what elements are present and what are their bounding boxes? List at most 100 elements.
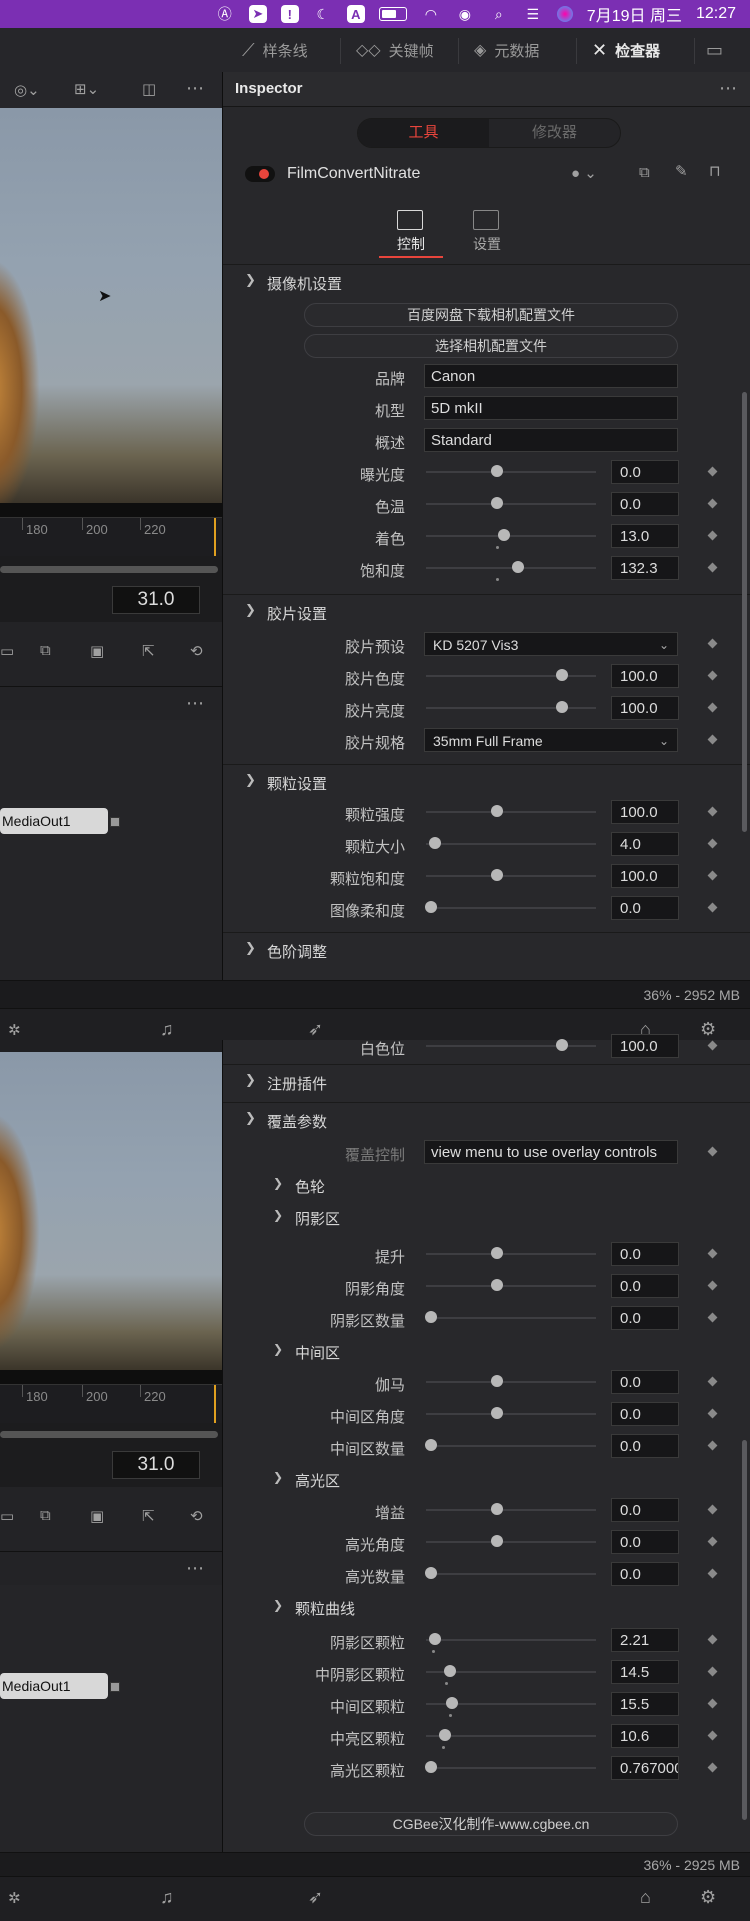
section-overlay-params[interactable]: ❯ 覆盖参数 <box>223 1102 750 1137</box>
a-box-icon[interactable]: A <box>346 5 365 23</box>
more-icon[interactable]: ⋯ <box>186 78 204 99</box>
temperature-value[interactable]: 0.0 <box>611 492 679 516</box>
node-input-port[interactable] <box>110 817 120 827</box>
keyframe-diamond-icon[interactable] <box>707 1408 718 1419</box>
grain-saturation-value[interactable]: 100.0 <box>611 864 679 888</box>
image-softness-slider[interactable] <box>425 901 596 913</box>
frame-icon[interactable]: ▭ <box>0 1507 14 1525</box>
temperature-slider[interactable] <box>426 497 596 509</box>
film-preset-dropdown[interactable]: KD 5207 Vis3 ⌄ <box>424 632 678 656</box>
deliver-icon[interactable]: ➶ <box>308 1887 323 1908</box>
midhigh-grain-value[interactable]: 10.6 <box>611 1724 679 1748</box>
expand-icon[interactable]: ⇱ <box>142 1507 155 1525</box>
keyframe-diamond-icon[interactable] <box>707 1248 718 1259</box>
more-icon[interactable]: ⋯ <box>719 78 737 99</box>
exclamation-box-icon[interactable]: ! <box>280 5 299 23</box>
group-grain-curve[interactable]: ❯ 颗粒曲线 <box>273 1592 573 1622</box>
gain-slider[interactable] <box>426 1503 596 1515</box>
node-input-port[interactable] <box>110 1682 120 1692</box>
mid-amount-value[interactable]: 0.0 <box>611 1434 679 1458</box>
keyframe-diamond-icon[interactable] <box>707 1280 718 1291</box>
monitor-button[interactable]: ▭ <box>706 28 723 72</box>
timeline-scrollbar[interactable] <box>0 1431 218 1438</box>
keyframe-diamond-icon[interactable] <box>707 1146 718 1157</box>
keyframe-diamond-icon[interactable] <box>707 1376 718 1387</box>
keyframe-diamond-icon[interactable] <box>707 1040 718 1051</box>
tint-slider[interactable] <box>426 529 596 549</box>
keyframe-diamond-icon[interactable] <box>707 1504 718 1515</box>
keyframe-diamond-icon[interactable] <box>707 562 718 573</box>
group-color-wheel[interactable]: ❯ 色轮 <box>273 1170 573 1200</box>
highlight-grain-slider[interactable] <box>425 1761 596 1773</box>
group-highlights[interactable]: ❯ 高光区 <box>273 1464 573 1494</box>
loop-icon[interactable]: ⟲ <box>190 642 203 660</box>
node-editor[interactable]: MediaOut1 <box>0 720 222 980</box>
gamma-value[interactable]: 0.0 <box>611 1370 679 1394</box>
keyframe-diamond-icon[interactable] <box>707 734 718 745</box>
versions-icon[interactable]: ⧉ <box>639 164 650 181</box>
keyframe-diamond-icon[interactable] <box>707 1634 718 1645</box>
section-film-settings[interactable]: ❯ 胶片设置 <box>223 594 750 629</box>
keyframe-diamond-icon[interactable] <box>707 670 718 681</box>
inspector-button[interactable]: ✕ 检查器 <box>592 28 660 72</box>
shadow-grain-slider[interactable] <box>426 1633 596 1653</box>
grain-strength-value[interactable]: 100.0 <box>611 800 679 824</box>
timeline-scrollbar[interactable] <box>0 566 218 573</box>
keyframe-diamond-icon[interactable] <box>707 1698 718 1709</box>
mid-angle-value[interactable]: 0.0 <box>611 1402 679 1426</box>
highlight-grain-value[interactable]: 0.767000 <box>611 1756 679 1780</box>
group-shadows[interactable]: ❯ 阴影区 <box>273 1202 573 1232</box>
keyframe-diamond-icon[interactable] <box>707 530 718 541</box>
highlight-amount-value[interactable]: 0.0 <box>611 1562 679 1586</box>
midshadow-grain-slider[interactable] <box>426 1665 596 1685</box>
keyframe-diamond-icon[interactable] <box>707 1666 718 1677</box>
image-softness-value[interactable]: 0.0 <box>611 896 679 920</box>
mediaout-node[interactable]: MediaOut1 <box>0 808 108 834</box>
midshadow-grain-value[interactable]: 14.5 <box>611 1660 679 1684</box>
select-profile-button[interactable]: 选择相机配置文件 <box>304 334 678 358</box>
keyframe-diamond-icon[interactable] <box>707 638 718 649</box>
metadata-button[interactable]: ◈ 元数据 <box>474 28 539 72</box>
more-icon[interactable]: ⋯ <box>186 693 204 714</box>
profile-field[interactable]: Standard <box>424 428 678 452</box>
mid-grain-value[interactable]: 15.5 <box>611 1692 679 1716</box>
highlight-angle-slider[interactable] <box>426 1535 596 1547</box>
shadow-amount-slider[interactable] <box>425 1311 596 1323</box>
timeline-ruler-2[interactable]: 180 200 220 <box>0 1384 222 1423</box>
lock-icon[interactable]: ⊓ <box>709 162 721 180</box>
viewer-image[interactable]: ➤ <box>0 108 222 518</box>
fusion-icon[interactable]: ✲ <box>8 1889 21 1907</box>
keyframe-diamond-icon[interactable] <box>707 1440 718 1451</box>
exposure-slider[interactable] <box>426 465 596 477</box>
menubar-date[interactable]: 7月19日 周三 <box>587 2 682 26</box>
shadow-amount-value[interactable]: 0.0 <box>611 1306 679 1330</box>
section-register-plugin[interactable]: ❯ 注册插件 <box>223 1064 750 1099</box>
model-field[interactable]: 5D mkII <box>424 396 678 420</box>
layers-icon[interactable]: ⧉ <box>40 1507 51 1524</box>
viewer-image-2[interactable] <box>0 1052 222 1370</box>
highlight-angle-value[interactable]: 0.0 <box>611 1530 679 1554</box>
keyframe-diamond-icon[interactable] <box>707 870 718 881</box>
camera-icon[interactable]: ▣ <box>90 642 104 660</box>
group-midtones[interactable]: ❯ 中间区 <box>273 1336 573 1366</box>
download-profile-button[interactable]: 百度网盘下载相机配置文件 <box>304 303 678 327</box>
credit-button[interactable]: CGBee汉化制作-www.cgbee.cn <box>304 1812 678 1836</box>
camera-icon[interactable]: ▣ <box>90 1507 104 1525</box>
expand-icon[interactable]: ⇱ <box>142 642 155 660</box>
keyframe-diamond-icon[interactable] <box>707 498 718 509</box>
color-dot-icon[interactable]: ● ⌄ <box>571 164 597 182</box>
battery-icon[interactable] <box>378 7 407 21</box>
split-view-icon[interactable]: ◫ <box>142 80 156 98</box>
arrow-box-icon[interactable]: ➤ <box>248 5 267 23</box>
layers-icon[interactable]: ⧉ <box>40 642 51 659</box>
saturation-value[interactable]: 132.3 <box>611 556 679 580</box>
gamma-slider[interactable] <box>426 1375 596 1387</box>
film-color-value[interactable]: 100.0 <box>611 664 679 688</box>
tab-modifiers[interactable]: 修改器 <box>489 119 620 147</box>
fairlight-icon[interactable]: ♫ <box>160 1887 174 1908</box>
timecode-field[interactable]: 31.0 <box>112 1451 200 1479</box>
tint-value[interactable]: 13.0 <box>611 524 679 548</box>
keyframe-diamond-icon[interactable] <box>707 466 718 477</box>
film-format-dropdown[interactable]: 35mm Full Frame ⌄ <box>424 728 678 752</box>
more-icon[interactable]: ⋯ <box>186 1558 204 1579</box>
